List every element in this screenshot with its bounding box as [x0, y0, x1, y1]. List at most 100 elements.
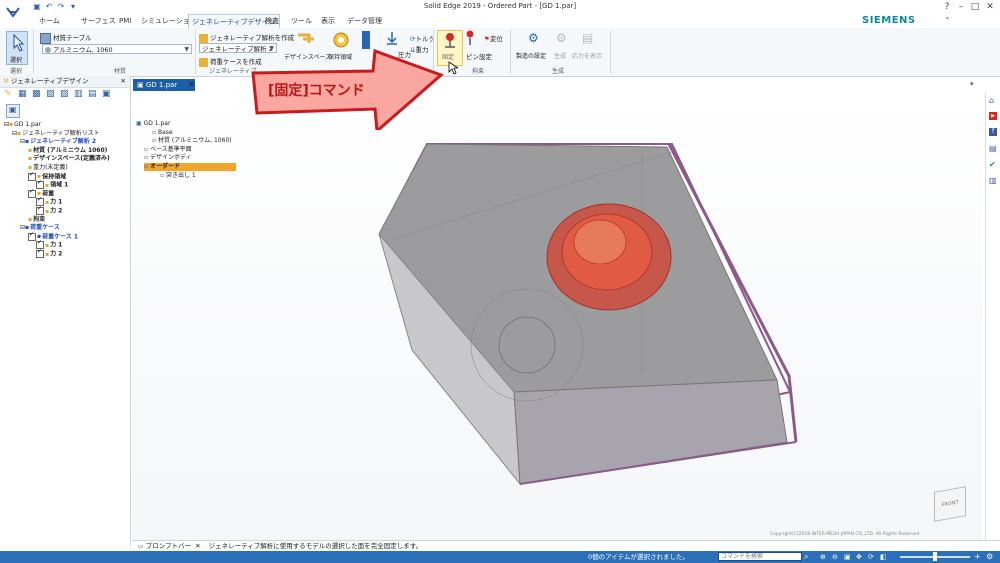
- show-stress-button[interactable]: ▤ 応力を表示: [572, 31, 606, 61]
- home-icon[interactable]: ⌂: [989, 96, 994, 105]
- panel-toolbar: ✎ ▦ ▩ ▧ ▨ ▥ ▤ ▣: [2, 89, 128, 101]
- tab-gd1-par[interactable]: ▣ GD 1.par: [133, 79, 195, 91]
- siemens-logo: SIEMENS: [862, 15, 916, 26]
- status-settings-icon[interactable]: ⚙: [986, 551, 993, 563]
- tree-item[interactable]: ⊟▪荷重ケース: [20, 224, 60, 232]
- tree-item[interactable]: ▪領域 1: [36, 179, 68, 190]
- fit-icon[interactable]: ▣: [844, 551, 851, 563]
- zoom-icon[interactable]: ⊖: [832, 551, 838, 563]
- pin-constraint-label[interactable]: ピン設定: [466, 51, 492, 61]
- model-tree-item[interactable]: ▫ オーダード: [144, 163, 236, 171]
- command-search-input[interactable]: [718, 552, 802, 561]
- community-icon[interactable]: ▤: [989, 144, 997, 153]
- tree-item[interactable]: ⊟▪ジェネレーティブ解析リスト: [12, 130, 100, 138]
- prompt-message: ジェネレーティブ解析に使用するモデルの選択した面を完全固定します。: [208, 542, 423, 550]
- tree-node-icon: ▪: [9, 121, 14, 128]
- undo-icon[interactable]: ↶: [44, 2, 54, 12]
- pin-constraint-icon[interactable]: [466, 30, 474, 46]
- create-generative-study-button[interactable]: ジェネレーティブ解析を作成: [199, 32, 294, 43]
- checklist-icon[interactable]: ✔: [989, 160, 996, 169]
- expand-ribbon-icon[interactable]: ⌃: [944, 16, 951, 25]
- save-icon[interactable]: ▣: [32, 2, 42, 12]
- tree-checkbox[interactable]: [28, 171, 36, 181]
- tab-view[interactable]: 表示: [318, 16, 338, 27]
- model-tree-item[interactable]: ▣ GD 1.par: [136, 120, 170, 128]
- zoom-area-icon[interactable]: ⊕: [820, 551, 826, 563]
- rotate-icon[interactable]: ⟳: [868, 551, 874, 563]
- maximize-icon[interactable]: □: [968, 1, 982, 13]
- tree-node-icon: ▪: [45, 241, 50, 249]
- tree-checkbox[interactable]: [28, 188, 36, 198]
- close-icon[interactable]: ✕: [983, 1, 997, 13]
- close-tab-icon[interactable]: ✕: [188, 80, 195, 89]
- tree-item[interactable]: ▪保持領域: [28, 171, 66, 182]
- parts-icon[interactable]: ▩: [32, 89, 41, 99]
- torque-button[interactable]: ⟳トルク: [410, 33, 435, 43]
- settings-panel-icon[interactable]: ▣: [102, 89, 111, 99]
- tab-data-management[interactable]: データ管理: [344, 16, 385, 27]
- tree-item[interactable]: ▪拘束: [28, 216, 45, 224]
- graphics-viewport[interactable]: ▣ GD 1.par ▫ Base ▫ 材質 (アルミニウム, 1060) ▫ ベース…: [132, 92, 982, 540]
- help-icon[interactable]: ?: [940, 1, 954, 13]
- pressure-button[interactable]: [386, 31, 398, 45]
- model-tree-item[interactable]: ▫ Base: [152, 129, 173, 137]
- tab-home[interactable]: ホーム: [36, 16, 63, 27]
- view-orient-icon[interactable]: ◧: [880, 551, 887, 563]
- tree-item-label: 力 1: [50, 241, 63, 249]
- material-combo[interactable]: アルミニウム, 1060 ▼: [42, 44, 192, 54]
- pan-icon[interactable]: ✥: [856, 551, 862, 563]
- select-button[interactable]: 選択: [6, 31, 28, 65]
- tree-item-label: 荷重ケース: [30, 224, 60, 232]
- redo-icon[interactable]: ↷: [56, 2, 66, 12]
- report-icon[interactable]: ▤: [88, 89, 97, 99]
- sketch-icon[interactable]: ▧: [46, 89, 55, 99]
- model-tree-item[interactable]: ▫ 突き出し 1: [160, 172, 196, 180]
- tab-pmi[interactable]: PMI: [116, 16, 134, 27]
- tree-checkbox[interactable]: [36, 248, 44, 258]
- tree-item[interactable]: ▪材質 (アルミニウム 1060): [28, 147, 107, 155]
- zoom-in-icon[interactable]: +: [974, 551, 981, 563]
- library-icon[interactable]: ▨: [60, 89, 69, 99]
- minimize-icon[interactable]: –: [954, 1, 968, 13]
- model-tree-label: デザインボディ: [149, 154, 192, 162]
- prompt-close-icon[interactable]: ✕: [195, 542, 200, 550]
- tree-node-icon: ▪: [45, 198, 50, 206]
- gear-icon: ⚙: [528, 31, 539, 45]
- tree-checkbox[interactable]: [36, 179, 44, 190]
- copyright-text: Copyright(C)2018 INTER-MESH JAPAN CO.,LT…: [770, 532, 920, 537]
- ribbon-divider: [610, 30, 611, 74]
- zoom-slider-thumb[interactable]: [933, 552, 937, 561]
- tree-item[interactable]: ▪デザインスペース(定義済み): [28, 155, 110, 163]
- tab-generative-icon[interactable]: ✎: [4, 89, 12, 99]
- layers-icon[interactable]: ▦: [18, 89, 27, 99]
- manufacturing-settings-button[interactable]: ⚙ 製造の設定: [516, 31, 552, 61]
- model-tree-item[interactable]: ▫ ベース基準平面: [144, 146, 192, 154]
- tab-surface[interactable]: サーフェス: [78, 16, 119, 27]
- tree-item[interactable]: ▪力 2: [36, 248, 62, 259]
- tree-item[interactable]: ▪荷重ケース 1: [28, 231, 78, 242]
- youtube-icon[interactable]: ▶: [989, 112, 997, 120]
- tree-node-icon: ▪: [28, 146, 33, 154]
- tree-item[interactable]: ⊟▪ジェネレーティブ解析 2: [20, 138, 96, 146]
- panel-option-button[interactable]: ▣: [6, 104, 20, 118]
- displacement-button[interactable]: ⚑変位: [484, 33, 503, 43]
- library-side-icon[interactable]: ▥: [989, 176, 997, 185]
- tree-checkbox[interactable]: [28, 231, 36, 241]
- tree-checkbox[interactable]: [36, 205, 44, 215]
- customize-dropdown-icon[interactable]: ▾: [68, 2, 78, 12]
- generate-button[interactable]: ⚙ 生成: [553, 31, 571, 61]
- facebook-icon[interactable]: f: [989, 128, 997, 136]
- tab-tools[interactable]: ツール: [288, 16, 315, 27]
- close-panel-icon[interactable]: ✕: [121, 76, 126, 87]
- tab-inspect[interactable]: 検査: [262, 16, 282, 27]
- tree-item[interactable]: ⊟▪GD 1.par: [4, 121, 41, 129]
- search-icon[interactable]: ⌕: [804, 551, 808, 563]
- app-menu-button[interactable]: [0, 0, 26, 30]
- tab-list-chevron-icon[interactable]: ▾: [970, 80, 974, 88]
- view-cube[interactable]: FRONT: [934, 486, 966, 522]
- model-tree-item[interactable]: ▫ デザインボディ: [144, 154, 192, 162]
- model-tree-item[interactable]: ▫ 材質 (アルミニウム, 1060): [152, 137, 232, 145]
- gallery-icon[interactable]: ▥: [74, 89, 83, 99]
- tree-item[interactable]: ▪力 2: [36, 205, 62, 216]
- material-table-button[interactable]: 材質テーブル: [40, 32, 92, 44]
